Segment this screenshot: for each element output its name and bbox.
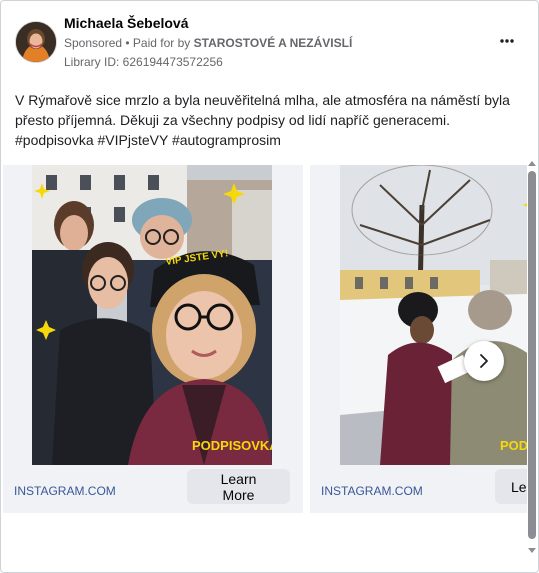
sponsored-line: Sponsored • Paid for by STAROSTOVÉ A NEZ… [64, 36, 352, 50]
card-photo-selfie[interactable]: VIP JSTE VY! PODPISOVKA [32, 165, 272, 465]
more-horizontal-icon [500, 39, 514, 43]
ad-body-text: V Rýmařově sice mrzlo a byla neuvěřiteln… [15, 90, 515, 150]
carousel-next-button[interactable] [464, 341, 504, 381]
separator-dot: • [122, 36, 133, 50]
card-domain-link[interactable]: INSTAGRAM.COM [321, 484, 423, 498]
learn-more-button[interactable]: Le [495, 469, 527, 504]
paid-for-name[interactable]: STAROSTOVÉ A NEZÁVISLÍ [194, 36, 353, 50]
ad-card: Michaela Šebelová Sponsored • Paid for b… [0, 0, 539, 573]
card-photo-signing[interactable]: PODPIS [340, 165, 527, 465]
scroll-down-arrow-icon[interactable] [528, 547, 536, 555]
library-id: Library ID: 626194473572256 [64, 55, 223, 69]
body-hashtags[interactable]: #podpisovka #VIPjsteVY #autogramprosim [15, 130, 515, 150]
paid-for-label: Paid for by [132, 36, 194, 50]
scrollbar[interactable] [526, 159, 538, 559]
scroll-up-arrow-icon[interactable] [528, 159, 536, 167]
learn-more-button[interactable]: Learn More [187, 469, 290, 504]
carousel-card[interactable]: PODPIS INSTAGRAM.COM Le [310, 165, 527, 513]
avatar-image [16, 22, 56, 62]
card-domain-link[interactable]: INSTAGRAM.COM [14, 484, 116, 498]
chevron-right-icon [480, 354, 488, 368]
photo-sticker-text: PODPIS [500, 438, 527, 453]
selfie-image: VIP JSTE VY! PODPISOVKA [32, 165, 272, 465]
card-footer: INSTAGRAM.COM Learn More [3, 465, 303, 513]
scrollbar-thumb[interactable] [528, 171, 536, 539]
card-footer: INSTAGRAM.COM Le [310, 465, 527, 513]
body-line: V Rýmařově sice mrzlo a byla neuvěřiteln… [15, 92, 510, 108]
sponsored-label: Sponsored [64, 36, 123, 50]
carousel-card[interactable]: VIP JSTE VY! PODPISOVKA INSTAGRAM.COM Le… [3, 165, 303, 513]
body-line: přesto příjemná. Děkuji za všechny podpi… [15, 112, 450, 128]
avatar[interactable] [15, 21, 57, 63]
page-name[interactable]: Michaela Šebelová [64, 15, 189, 31]
photo-sticker-text: PODPISOVKA [192, 438, 272, 453]
carousel: VIP JSTE VY! PODPISOVKA INSTAGRAM.COM Le… [1, 165, 527, 513]
signing-image: PODPIS [340, 165, 527, 465]
more-options-button[interactable] [495, 31, 519, 51]
